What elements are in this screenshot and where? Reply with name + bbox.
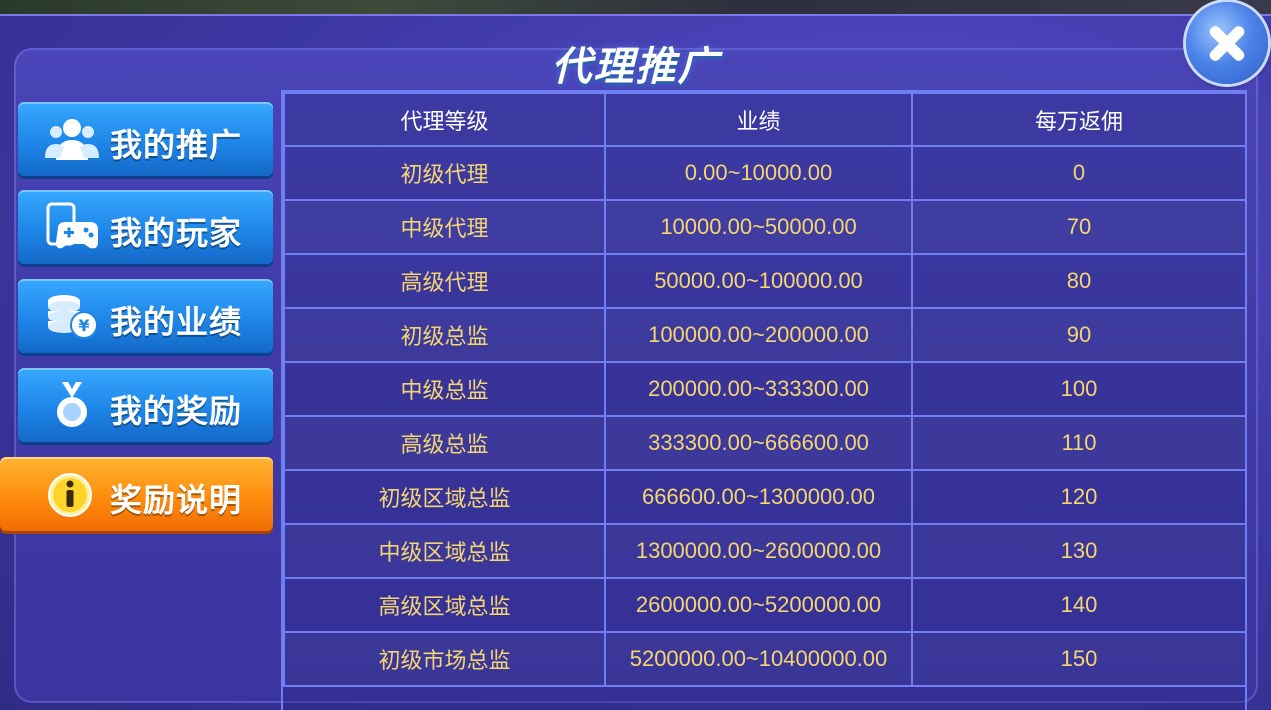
- table-row: 中级区域总监 1300000.00~2600000.00 130: [283, 523, 1247, 579]
- cell-level: 中级总监: [283, 361, 606, 417]
- cell-performance: 2600000.00~5200000.00: [604, 577, 913, 633]
- cell-level: 中级区域总监: [283, 523, 606, 579]
- table-row: 中级总监 200000.00~333300.00 100: [283, 361, 1247, 417]
- cell-commission: 110: [911, 415, 1247, 471]
- sidebar-item-label: 我的推广: [110, 126, 243, 164]
- cell-performance: 5200000.00~10400000.00: [604, 631, 913, 687]
- cell-commission: 0: [911, 145, 1247, 201]
- cell-commission: 150: [911, 631, 1247, 687]
- page-title: 代理推广: [551, 44, 720, 90]
- cell-level: 高级总监: [283, 415, 606, 471]
- cell-level: 初级总监: [283, 307, 606, 363]
- cell-commission: 80: [911, 253, 1247, 309]
- column-header-level: 代理等级: [283, 92, 606, 147]
- cell-performance: 50000.00~100000.00: [604, 253, 913, 309]
- cell-level: 高级代理: [283, 253, 606, 309]
- sidebar-item-label: 我的奖励: [110, 392, 243, 430]
- medal-icon: [57, 382, 87, 427]
- cell-commission: 70: [911, 199, 1247, 255]
- cell-commission: 100: [911, 361, 1247, 417]
- coins-icon: ¥: [48, 295, 98, 339]
- close-icon[interactable]: [1186, 2, 1268, 84]
- cell-commission: 120: [911, 469, 1247, 525]
- cell-level: 初级市场总监: [283, 631, 606, 687]
- cell-performance: 333300.00~666600.00: [604, 415, 913, 471]
- users-icon: [45, 119, 99, 160]
- table-row: 初级区域总监 666600.00~1300000.00 120: [283, 469, 1247, 525]
- sidebar-item-label: 我的玩家: [110, 214, 243, 252]
- cell-level: 初级区域总监: [283, 469, 606, 525]
- table-row: 高级代理 50000.00~100000.00 80: [283, 253, 1247, 309]
- column-header-commission: 每万返佣: [911, 92, 1247, 147]
- sidebar-item-label: 我的业绩: [110, 303, 243, 341]
- cell-level: 高级区域总监: [283, 577, 606, 633]
- cell-performance: 100000.00~200000.00: [604, 307, 913, 363]
- table-row: 高级区域总监 2600000.00~5200000.00 140: [283, 577, 1247, 633]
- sidebar-item-my-performance[interactable]: ¥ 我的业绩: [18, 279, 273, 353]
- column-header-performance: 业绩: [604, 92, 913, 147]
- gamepad-icon: [46, 202, 98, 249]
- sidebar-item-my-promotion[interactable]: 我的推广: [18, 102, 273, 176]
- table-row: 初级总监 100000.00~200000.00 90: [283, 307, 1247, 363]
- table-row: 初级市场总监 5200000.00~10400000.00 150: [283, 631, 1247, 687]
- table-row: 高级总监 333300.00~666600.00 110: [283, 415, 1247, 471]
- sidebar-item-my-rewards[interactable]: 我的奖励: [18, 368, 273, 442]
- svg-text:¥: ¥: [78, 316, 89, 335]
- cell-level: 中级代理: [283, 199, 606, 255]
- cell-performance: 0.00~10000.00: [604, 145, 913, 201]
- cell-commission: 130: [911, 523, 1247, 579]
- info-icon: [48, 473, 92, 517]
- sidebar-item-reward-info[interactable]: 奖励说明: [0, 457, 273, 531]
- sidebar-item-label: 奖励说明: [110, 481, 243, 519]
- cell-performance: 666600.00~1300000.00: [604, 469, 913, 525]
- table-row: 中级代理 10000.00~50000.00 70: [283, 199, 1247, 255]
- cell-performance: 1300000.00~2600000.00: [604, 523, 913, 579]
- cell-commission: 90: [911, 307, 1247, 363]
- sidebar-item-my-players[interactable]: 我的玩家: [18, 190, 273, 264]
- cell-commission: 140: [911, 577, 1247, 633]
- table-row: 初级代理 0.00~10000.00 0: [283, 145, 1247, 201]
- table-header-row: 代理等级 业绩 每万返佣: [283, 92, 1247, 147]
- cell-performance: 200000.00~333300.00: [604, 361, 913, 417]
- reward-table: 代理等级 业绩 每万返佣 初级代理 0.00~10000.00 0 中级代理 1…: [281, 90, 1247, 710]
- cell-performance: 10000.00~50000.00: [604, 199, 913, 255]
- cell-level: 初级代理: [283, 145, 606, 201]
